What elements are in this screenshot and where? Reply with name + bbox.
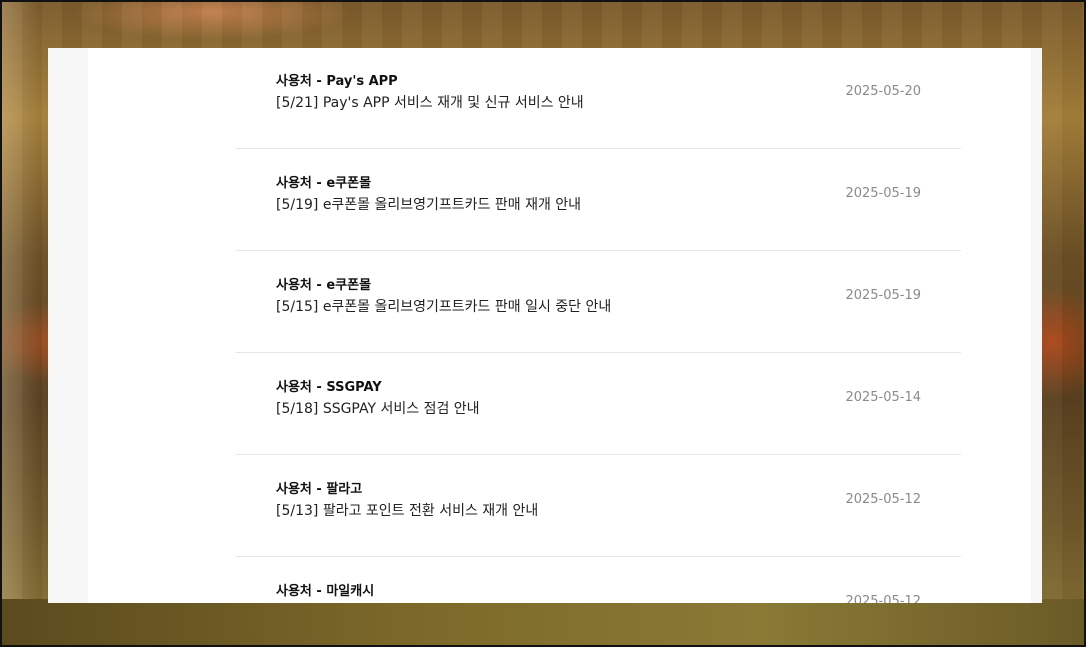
notice-item[interactable]: 사용처 - Pay's APP [5/21] Pay's APP 서비스 재개 …: [236, 48, 961, 149]
notice-title[interactable]: [5/13] 팔라고 포인트 전환 서비스 재개 안내: [276, 500, 538, 520]
notice-category: 사용처 - Pay's APP: [276, 74, 398, 89]
notice-content: 사용처 - Pay's APP [5/21] Pay's APP 서비스 재개 …: [88, 48, 1031, 603]
background-band: [2, 599, 1084, 645]
notice-category: 사용처 - SSGPAY: [276, 380, 382, 395]
notice-list: 사용처 - Pay's APP [5/21] Pay's APP 서비스 재개 …: [236, 48, 961, 603]
notice-category: 사용처 - e쿠폰몰: [276, 278, 372, 293]
notice-title[interactable]: [5/19] e쿠폰몰 올리브영기프트카드 판매 재개 안내: [276, 194, 581, 214]
notice-title[interactable]: [5/21] Pay's APP 서비스 재개 및 신규 서비스 안내: [276, 92, 584, 112]
notice-date: 2025-05-12: [845, 492, 921, 507]
notice-panel: 사용처 - Pay's APP [5/21] Pay's APP 서비스 재개 …: [48, 48, 1042, 603]
notice-title[interactable]: [5/18] SSGPAY 서비스 점검 안내: [276, 398, 480, 418]
screenshot-frame: 사용처 - Pay's APP [5/21] Pay's APP 서비스 재개 …: [0, 0, 1086, 647]
notice-title[interactable]: [5/15] e쿠폰몰 올리브영기프트카드 판매 일시 중단 안내: [276, 296, 611, 316]
notice-item[interactable]: 사용처 - SSGPAY [5/18] SSGPAY 서비스 점검 안내 202…: [236, 353, 961, 455]
notice-date: 2025-05-19: [845, 186, 921, 201]
notice-category: 사용처 - 마일캐시: [276, 584, 375, 599]
notice-item[interactable]: 사용처 - e쿠폰몰 [5/19] e쿠폰몰 올리브영기프트카드 판매 재개 안…: [236, 149, 961, 251]
notice-date: 2025-05-12: [845, 594, 921, 603]
notice-item[interactable]: 사용처 - 팔라고 [5/13] 팔라고 포인트 전환 서비스 재개 안내 20…: [236, 455, 961, 557]
notice-item[interactable]: 사용처 - e쿠폰몰 [5/15] e쿠폰몰 올리브영기프트카드 판매 일시 중…: [236, 251, 961, 353]
notice-date: 2025-05-20: [845, 84, 921, 99]
notice-date: 2025-05-14: [845, 390, 921, 405]
notice-date: 2025-05-19: [845, 288, 921, 303]
notice-item[interactable]: 사용처 - 마일캐시 2025-05-12: [236, 557, 961, 603]
notice-category: 사용처 - 팔라고: [276, 482, 363, 497]
notice-category: 사용처 - e쿠폰몰: [276, 176, 372, 191]
